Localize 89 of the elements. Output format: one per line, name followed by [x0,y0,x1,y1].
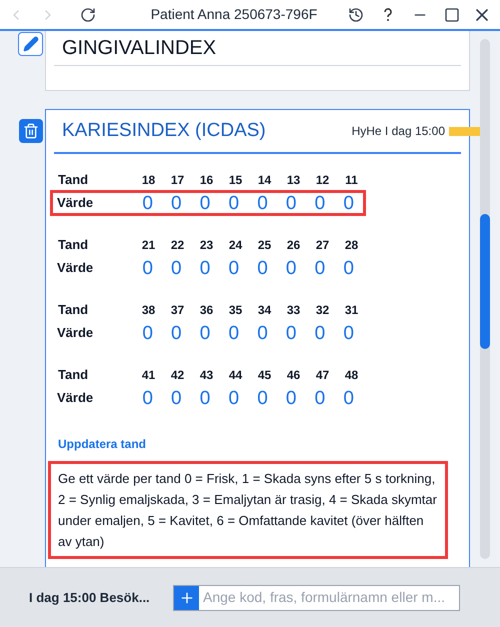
tooth-value[interactable]: 0 [248,194,277,212]
tooth-number: 34 [256,302,272,319]
row-label: Värde [57,259,94,278]
tooth-number: 33 [286,302,302,319]
tooth-value[interactable]: 0 [133,388,162,408]
tooth-number: 41 [140,367,156,384]
tooth-value[interactable]: 0 [162,194,191,212]
window-title: Patient Anna 250673-796F [150,5,318,24]
tooth-value[interactable]: 0 [219,388,248,408]
tooth-value[interactable]: 0 [162,324,191,342]
row-label: Tand [57,171,90,190]
tooth-value[interactable]: 0 [306,388,334,408]
tooth-number: 37 [170,302,186,319]
trash-icon [23,123,39,139]
tooth-number: 38 [140,302,156,319]
tooth-number: 13 [286,172,302,189]
row-label: Tand [57,301,90,320]
tooth-number: 26 [286,237,302,254]
tooth-number: 28 [344,237,360,254]
tooth-value[interactable]: 0 [334,194,363,212]
tooth-value[interactable]: 0 [306,194,334,212]
row-label: Tand [57,366,90,384]
edit-button[interactable] [18,32,43,56]
tooth-value[interactable]: 0 [276,258,306,278]
tooth-number: 11 [344,172,359,189]
tooth-value[interactable]: 0 [133,194,162,212]
refresh-icon[interactable] [80,6,96,22]
tooth-value[interactable]: 0 [133,324,162,342]
card-title: GINGIVALINDEX [61,36,218,61]
tooth-number: 32 [314,302,330,319]
tooth-number: 45 [256,367,272,384]
signature-text: HyHe I dag 15:00 [352,123,445,140]
tooth-value[interactable]: 0 [306,258,334,278]
tooth-value[interactable]: 0 [334,388,363,408]
scrollbar-thumb[interactable] [480,214,490,349]
tooth-number: 43 [198,367,214,384]
tooth-number: 14 [256,172,272,189]
row-label: Tand [57,236,90,254]
tooth-value[interactable]: 0 [276,194,306,212]
tooth-value[interactable]: 0 [162,388,191,408]
row-label: Värde [57,389,94,408]
search-field[interactable]: Ange kod, fras, formulärnamn eller m... [173,584,460,610]
tooth-value[interactable]: 0 [248,388,277,408]
tooth-number: 12 [314,172,330,189]
row-label: Värde [57,324,94,342]
tooth-value[interactable]: 0 [276,388,306,408]
card-title: KARIESINDEX (ICDAS) [62,118,267,143]
tooth-value[interactable]: 0 [219,324,248,342]
instructions-text: Ge ett värde per tand 0 = Frisk, 1 = Skada syns efter 5 s torkning, 2 = Synlig emaljskada, 3 = Emaljytan är trasig, 4 = Skada skymtar under emaljen, 5 = Kavitet, 6 = Omfattande kavitet (över hälften av ytan) [48,461,448,559]
tooth-number: 44 [228,367,244,384]
tooth-number: 47 [314,367,330,384]
tooth-number: 31 [344,302,360,319]
tooth-value[interactable]: 0 [190,388,220,408]
tooth-value[interactable]: 0 [248,324,277,342]
tooth-number: 23 [198,237,214,254]
tooth-value[interactable]: 0 [219,258,248,278]
tooth-number: 17 [170,172,186,189]
add-icon[interactable] [178,590,194,606]
tooth-value[interactable]: 0 [190,258,220,278]
tooth-number: 24 [228,237,244,254]
tooth-number: 25 [256,237,272,254]
tooth-number: 46 [286,367,302,384]
tooth-number: 27 [314,237,330,254]
visit-text: I dag 15:00 Besök... [28,588,151,607]
tooth-number: 48 [344,367,360,384]
tooth-number: 42 [170,367,186,384]
delete-button[interactable] [19,119,43,143]
row-label: Värde [57,194,94,212]
tooth-number: 21 [140,237,156,254]
tooth-value[interactable]: 0 [334,324,363,342]
tooth-number: 22 [170,237,186,254]
tooth-value[interactable]: 0 [334,258,363,278]
tooth-value[interactable]: 0 [133,258,162,278]
tooth-number: 18 [140,172,156,189]
pencil-icon [22,36,38,52]
tooth-value[interactable]: 0 [248,258,277,278]
update-tooth-link[interactable]: Uppdatera tand [54,435,461,453]
history-icon[interactable] [348,6,364,22]
tooth-number: 15 [228,172,244,189]
maximize-icon[interactable] [444,6,460,22]
tooth-value[interactable]: 0 [276,324,306,342]
tooth-number: 16 [198,172,214,189]
tooth-value[interactable]: 0 [219,194,248,212]
tooth-value[interactable]: 0 [190,194,220,212]
tooth-number: 36 [198,302,214,319]
tooth-number: 35 [228,302,244,319]
tooth-value[interactable]: 0 [190,324,220,342]
tooth-value[interactable]: 0 [162,258,191,278]
tooth-value[interactable]: 0 [306,324,334,342]
